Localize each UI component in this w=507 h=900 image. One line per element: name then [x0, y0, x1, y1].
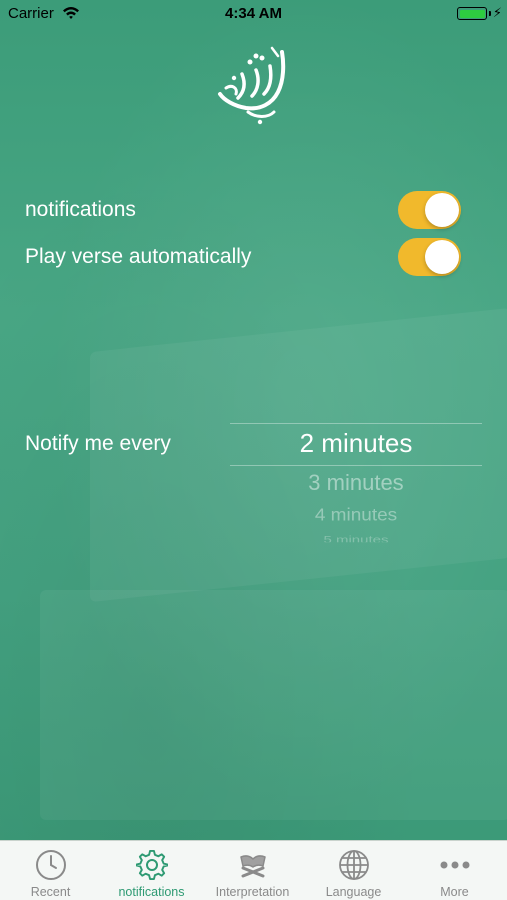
picker-divider-top	[230, 423, 482, 424]
battery-cap	[489, 11, 491, 16]
app-screen: Carrier 4:34 AM ⚡ notifications Play ver…	[0, 0, 507, 900]
tab-label: Language	[325, 885, 382, 899]
autoplay-label: Play verse automatically	[25, 245, 252, 268]
tab-recent[interactable]: Recent	[0, 841, 101, 900]
status-bar: Carrier 4:34 AM ⚡	[0, 0, 507, 28]
tab-label: More	[440, 885, 469, 899]
tab-label: Recent	[30, 885, 71, 899]
notifications-toggle[interactable]	[398, 191, 461, 229]
tab-bar: Recent notifications Interpretation Lang…	[0, 840, 507, 900]
tab-language[interactable]: Language	[303, 841, 404, 900]
charging-bolt-icon: ⚡	[492, 5, 502, 20]
gear-icon	[135, 849, 168, 881]
tab-label: Interpretation	[215, 885, 290, 899]
picker-option[interactable]: 5 minutes	[230, 534, 482, 542]
quran-stand-icon	[239, 855, 266, 878]
background-decoration	[40, 590, 507, 820]
more-dots-icon	[440, 861, 469, 869]
autoplay-toggle[interactable]	[398, 238, 461, 276]
picker-option[interactable]: 4 minutes	[230, 506, 482, 526]
app-logo-calligraphy	[218, 46, 286, 125]
toggle-knob	[425, 240, 459, 274]
tab-notifications[interactable]: notifications	[101, 841, 202, 900]
tab-interpretation[interactable]: Interpretation	[202, 841, 303, 900]
tab-more[interactable]: More	[404, 841, 505, 900]
picker-selected-option[interactable]: 2 minutes	[230, 428, 482, 459]
globe-icon	[338, 850, 369, 880]
notifications-label: notifications	[25, 198, 136, 221]
picker-option[interactable]: 3 minutes	[230, 470, 482, 496]
toggle-knob	[425, 193, 459, 227]
clock-time: 4:34 AM	[225, 5, 282, 22]
notify-interval-label: Notify me every	[25, 432, 171, 455]
battery-icon	[457, 7, 487, 20]
tab-label: notifications	[118, 885, 185, 899]
picker-divider-bottom	[230, 465, 482, 466]
clock-icon	[35, 850, 66, 880]
